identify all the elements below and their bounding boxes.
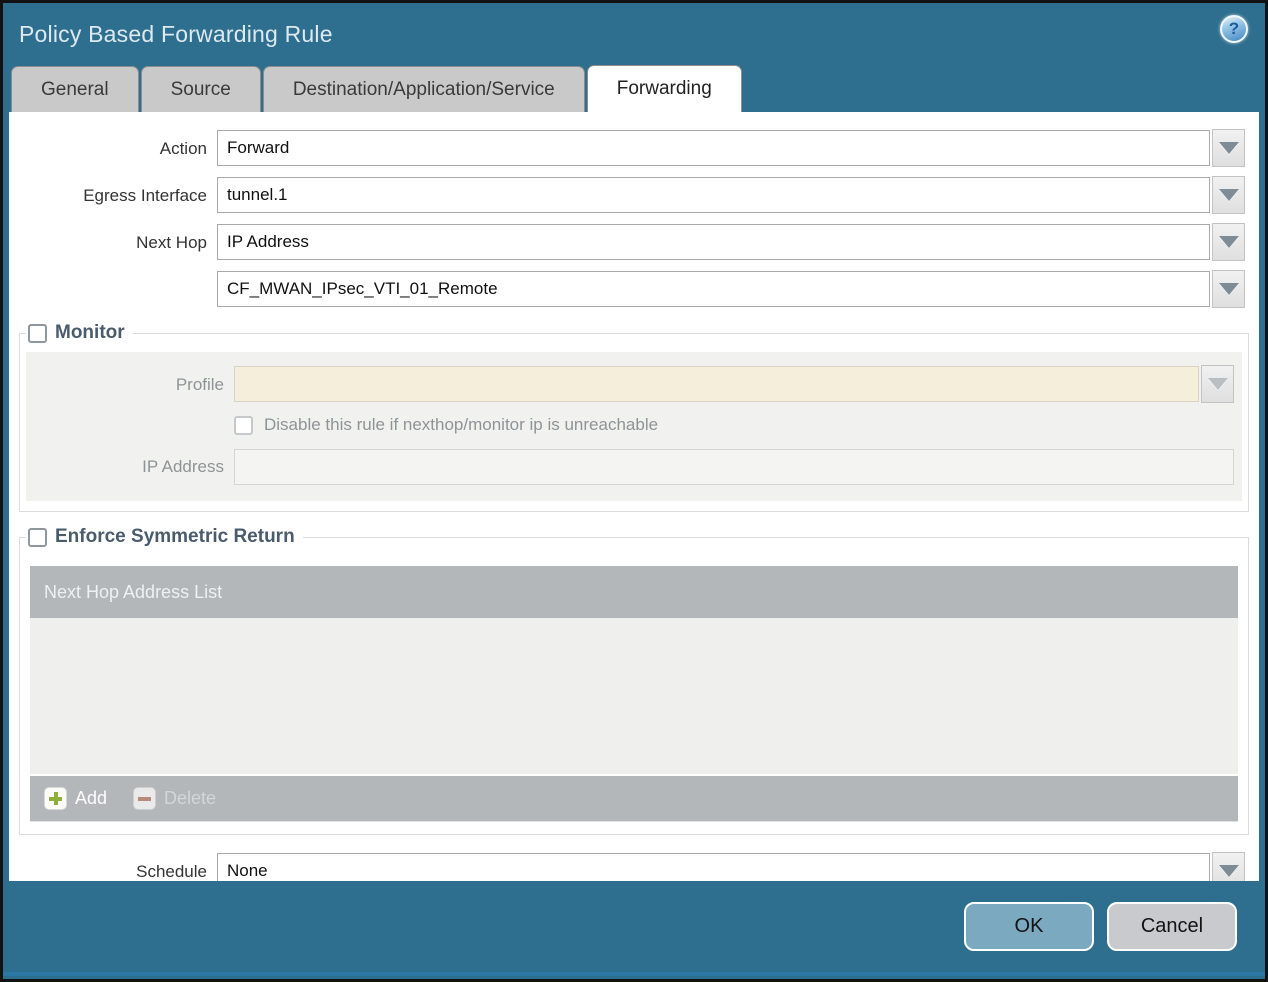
profile-row: Profile <box>26 365 1234 403</box>
monitor-checkbox[interactable] <box>28 323 47 343</box>
egress-interface-row: Egress Interface tunnel.1 <box>9 176 1245 214</box>
chevron-down-icon <box>1218 142 1239 154</box>
minus-icon <box>133 787 157 810</box>
next-hop-address-dropdown-button[interactable] <box>1212 270 1245 308</box>
next-hop-type-combo: IP Address <box>217 223 1245 261</box>
dialog-titlebar: Policy Based Forwarding Rule ? <box>3 3 1265 65</box>
add-button-label: Add <box>75 788 108 808</box>
next-hop-label: Next Hop <box>136 232 207 252</box>
window-bottom-edge <box>3 972 1265 976</box>
egress-interface-dropdown-button[interactable] <box>1212 176 1245 214</box>
symmetric-return-legend-label: Enforce Symmetric Return <box>55 526 295 547</box>
monitor-ip-label: IP Address <box>142 457 224 476</box>
forwarding-tab-panel: Action Forward Egress Interface tunnel.1… <box>9 112 1259 881</box>
disable-rule-row: Disable this rule if nexthop/monitor ip … <box>234 415 1234 435</box>
pbf-rule-dialog: Policy Based Forwarding Rule ? General S… <box>0 0 1268 982</box>
monitor-section: Monitor Profile Disable this rule if nex… <box>19 322 1249 512</box>
egress-interface-label: Egress Interface <box>83 185 207 205</box>
profile-dropdown-button <box>1201 365 1234 403</box>
action-dropdown-button[interactable] <box>1212 129 1245 167</box>
profile-select <box>234 366 1199 402</box>
chevron-down-icon <box>1218 865 1239 877</box>
plus-icon <box>44 787 67 810</box>
disable-rule-checkbox <box>234 415 253 435</box>
next-hop-address-table: Next Hop Address List Add Delete <box>30 566 1238 822</box>
monitor-legend-label: Monitor <box>55 322 125 343</box>
chevron-down-icon <box>1218 236 1239 248</box>
next-hop-address-list-body[interactable] <box>30 618 1238 774</box>
action-row: Action Forward <box>9 129 1245 167</box>
dialog-footer: OK Cancel <box>3 881 1265 972</box>
help-icon[interactable]: ? <box>1220 15 1248 43</box>
schedule-dropdown-button[interactable] <box>1212 852 1245 881</box>
action-label: Action <box>159 138 207 158</box>
delete-button-label: Delete <box>164 788 217 808</box>
tab-general[interactable]: General <box>11 66 139 112</box>
action-combo: Forward <box>217 129 1245 167</box>
next-hop-address-row: CF_MWAN_IPsec_VTI_01_Remote <box>9 270 1245 308</box>
add-button[interactable]: Add <box>44 787 107 810</box>
ok-button[interactable]: OK <box>964 902 1094 951</box>
monitor-ip-input <box>234 449 1234 485</box>
next-hop-type-select[interactable]: IP Address <box>217 224 1210 260</box>
monitor-ip-row: IP Address <box>26 449 1234 485</box>
monitor-panel: Profile Disable this rule if nexthop/mon… <box>26 352 1242 501</box>
tab-forwarding[interactable]: Forwarding <box>586 65 742 112</box>
symmetric-return-legend: Enforce Symmetric Return <box>26 526 303 548</box>
action-select[interactable]: Forward <box>217 130 1210 166</box>
next-hop-address-list-header: Next Hop Address List <box>30 566 1238 618</box>
symmetric-return-section: Enforce Symmetric Return Next Hop Addres… <box>19 526 1249 835</box>
next-hop-address-select[interactable]: CF_MWAN_IPsec_VTI_01_Remote <box>217 271 1210 307</box>
tab-bar: General Source Destination/Application/S… <box>3 65 1265 112</box>
delete-button: Delete <box>133 787 216 810</box>
monitor-legend: Monitor <box>26 322 133 344</box>
egress-interface-select[interactable]: tunnel.1 <box>217 177 1210 213</box>
schedule-row: Schedule None <box>9 852 1245 881</box>
next-hop-address-combo: CF_MWAN_IPsec_VTI_01_Remote <box>217 270 1245 308</box>
chevron-down-icon <box>1207 378 1228 390</box>
schedule-select[interactable]: None <box>217 853 1210 881</box>
egress-interface-combo: tunnel.1 <box>217 176 1245 214</box>
profile-combo <box>234 365 1234 403</box>
next-hop-address-list-toolbar: Add Delete <box>30 776 1238 821</box>
next-hop-row: Next Hop IP Address <box>9 223 1245 261</box>
profile-label: Profile <box>175 374 224 394</box>
chevron-down-icon <box>1218 283 1239 295</box>
enforce-symmetric-return-checkbox[interactable] <box>28 527 47 547</box>
schedule-combo: None <box>217 852 1245 881</box>
schedule-label: Schedule <box>136 861 207 881</box>
dialog-title: Policy Based Forwarding Rule <box>19 20 333 47</box>
tab-destination-application-service[interactable]: Destination/Application/Service <box>262 66 585 112</box>
disable-rule-label: Disable this rule if nexthop/monitor ip … <box>264 415 659 434</box>
chevron-down-icon <box>1218 189 1239 201</box>
tab-source[interactable]: Source <box>140 66 261 112</box>
cancel-button[interactable]: Cancel <box>1107 902 1237 951</box>
next-hop-type-dropdown-button[interactable] <box>1212 223 1245 261</box>
